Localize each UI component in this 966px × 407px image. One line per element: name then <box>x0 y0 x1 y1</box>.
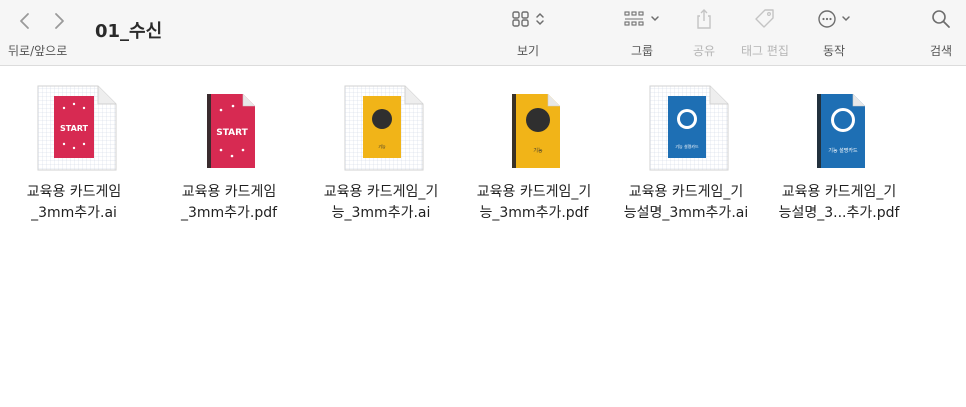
chevron-down-icon <box>650 10 660 32</box>
up-down-chevron-icon <box>535 10 545 32</box>
file-item[interactable]: 기능 교육용 카드게임_기 능_3mm추가.ai <box>307 76 455 236</box>
action-label: 동작 <box>822 44 846 58</box>
ellipsis-circle-icon <box>817 9 837 33</box>
file-item[interactable]: 기능 설명카드 교육용 카드게임_기 능설명_3...추가.pdf <box>765 76 913 236</box>
toolbar: 뒤로/앞으로 01_수신 보기 그룹 공유 태그 편집 동작 검색 <box>0 0 966 66</box>
file-item[interactable]: 기능 설명카드 교육용 카드게임_기 능설명_3mm추가.ai <box>612 76 760 236</box>
search-label: 검색 <box>929 44 953 58</box>
svg-text:기능 설명카드: 기능 설명카드 <box>828 147 858 154</box>
file-name: 교육용 카드게임_기 능설명_3...추가.pdf <box>778 184 900 221</box>
file-grid: START 교육용 카드게임 _3mm추가.ai START 교육용 카드게임 <box>0 76 966 236</box>
svg-text:START: START <box>216 128 248 138</box>
svg-text:START: START <box>60 124 89 133</box>
svg-text:기능 설명카드: 기능 설명카드 <box>675 143 699 149</box>
back-forward-label: 뒤로/앞으로 <box>8 44 68 58</box>
svg-text:기능: 기능 <box>533 147 543 154</box>
group-button[interactable]: 그룹 <box>619 8 665 62</box>
search-icon <box>931 9 951 33</box>
file-name: 교육용 카드게임_기 능설명_3mm추가.ai <box>623 184 749 221</box>
group-label: 그룹 <box>630 44 654 58</box>
action-button[interactable]: 동작 <box>811 8 857 62</box>
file-name: 교육용 카드게임 _3mm추가.ai <box>26 184 122 221</box>
icon-view-grid-icon <box>511 10 531 32</box>
ai-document-icon: 기능 설명카드 <box>646 84 730 172</box>
back-arrow-icon[interactable] <box>14 10 36 32</box>
ai-document-icon: START <box>34 84 118 172</box>
file-item[interactable]: 기능 교육용 카드게임_기 능_3mm추가.pdf <box>460 76 608 236</box>
file-item[interactable]: START 교육용 카드게임 _3mm추가.pdf <box>155 76 303 236</box>
tag-icon <box>754 8 776 34</box>
edit-tags-button[interactable]: 태그 편집 <box>734 8 796 62</box>
share-button[interactable]: 공유 <box>682 8 726 62</box>
share-label: 공유 <box>692 44 716 58</box>
file-name: 교육용 카드게임_기 능_3mm추가.pdf <box>476 184 592 221</box>
share-icon <box>694 8 714 34</box>
file-name: 교육용 카드게임_기 능_3mm추가.ai <box>323 184 439 221</box>
ai-document-icon: 기능 <box>341 84 425 172</box>
group-icon <box>624 10 646 32</box>
file-item[interactable]: START 교육용 카드게임 _3mm추가.ai <box>0 76 148 236</box>
pdf-document-icon: START <box>189 84 273 172</box>
view-button[interactable]: 보기 <box>505 8 551 62</box>
search-button[interactable]: 검색 <box>924 8 958 62</box>
chevron-down-icon <box>841 10 851 32</box>
folder-title: 01_수신 <box>95 21 163 42</box>
forward-arrow-icon[interactable] <box>48 10 70 32</box>
pdf-document-icon: 기능 설명카드 <box>799 84 883 172</box>
file-name: 교육용 카드게임 _3mm추가.pdf <box>180 184 278 221</box>
pdf-document-icon: 기능 <box>494 84 578 172</box>
svg-text:기능: 기능 <box>378 143 386 149</box>
navigation-arrows <box>14 10 74 32</box>
edit-tags-label: 태그 편집 <box>741 44 789 58</box>
view-label: 보기 <box>516 44 540 58</box>
